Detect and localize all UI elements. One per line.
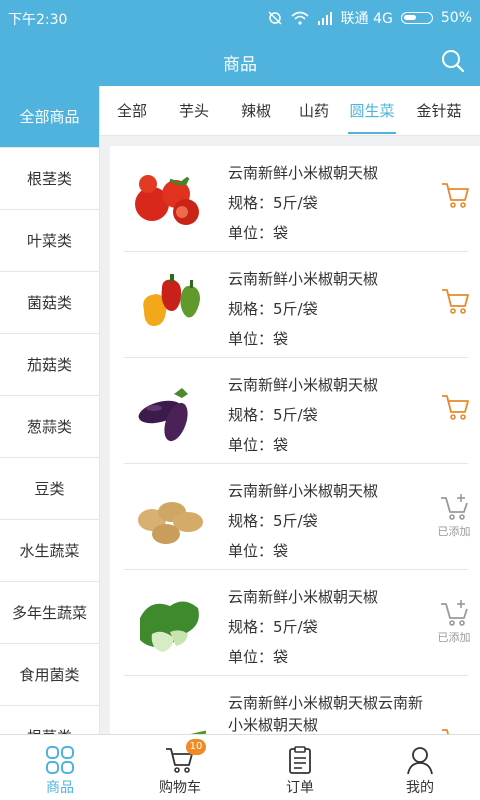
nav-mine-label: 我的 (406, 780, 434, 796)
tab-iceberg-lettuce[interactable]: 圆生菜 (348, 86, 396, 136)
title-bar: 商品 (0, 36, 480, 86)
sidebar-item-beans[interactable]: 豆类 (0, 458, 99, 520)
sidebar-item-mushroom[interactable]: 菌菇类 (0, 272, 99, 334)
cart-added-icon (441, 494, 468, 520)
product-name: 云南新鲜小米椒朝天椒 (228, 270, 379, 288)
sidebar-item-root[interactable]: 根茎类 (0, 148, 99, 210)
product-unit: 单位：袋 (228, 648, 289, 666)
battery-icon (400, 12, 433, 24)
sidebar-item-solanaceous[interactable]: 茄菇类 (0, 334, 99, 396)
tab-chili[interactable]: 辣椒 (238, 86, 274, 136)
cart-badge: 10 (186, 739, 206, 755)
tab-enoki[interactable]: 金针菇 (414, 86, 464, 136)
status-time: 下午2:30 (8, 12, 68, 28)
sidebar-item-label: 食用菌类 (19, 666, 80, 684)
nav-orders[interactable]: 订单 (240, 735, 360, 800)
wifi-icon (291, 11, 309, 25)
cart-added-icon (441, 600, 468, 626)
product-card[interactable]: 云南新鲜小米椒朝天椒 规格：5斤/袋 单位：袋 已添加 (110, 570, 480, 676)
add-to-cart-icon[interactable] (440, 392, 470, 422)
product-card[interactable]: 云南新鲜小米椒朝天椒 规格：5斤/袋 单位：袋 已添加 (110, 464, 480, 570)
category-sidebar: 全部商品 根茎类 叶菜类 菌菇类 茄菇类 葱蒜类 豆类 水生蔬菜 多年生蔬菜 食… (0, 86, 100, 734)
user-icon (407, 747, 433, 775)
nav-cart[interactable]: 10 购物车 (120, 735, 240, 800)
clipboard-icon (289, 746, 311, 774)
product-name: 云南新鲜小米椒朝天椒云南新小米椒朝天椒 (228, 694, 424, 734)
sidebar-item-label: 葱蒜类 (26, 418, 72, 436)
eggplant-image (138, 388, 188, 442)
added-label: 已添加 (437, 525, 471, 538)
potato-image (138, 502, 203, 544)
scallion-image (190, 730, 207, 734)
product-unit: 单位：袋 (228, 436, 289, 454)
product-card[interactable]: 云南新鲜小米椒朝天椒 规格：5斤/袋 单位：袋 (110, 252, 480, 358)
carrier-label: 联通 4G (340, 11, 393, 27)
nav-mine[interactable]: 我的 (360, 735, 480, 800)
page-title: 商品 (223, 55, 257, 75)
product-spec: 规格：5斤/袋 (228, 194, 318, 212)
sidebar-item-label: 根茎类 (27, 726, 72, 734)
nav-cart-label: 购物车 (159, 780, 201, 796)
added-indicator[interactable]: 已添加 (432, 492, 476, 542)
signal-icon (317, 12, 332, 25)
product-spec: 规格：5斤/袋 (228, 512, 318, 530)
sidebar-item-label: 多年生蔬菜 (11, 604, 87, 622)
nav-goods[interactable]: 商品 (0, 735, 120, 800)
nav-goods-label: 商品 (46, 780, 74, 796)
add-to-cart-icon[interactable] (440, 726, 470, 734)
product-spec: 规格：5斤/袋 (228, 618, 318, 636)
product-name: 云南新鲜小米椒朝天椒 (228, 588, 379, 606)
product-card[interactable]: 云南新鲜小米椒朝天椒云南新小米椒朝天椒 (110, 676, 480, 734)
bottom-nav: 商品 10 购物车 订单 我的 (0, 734, 480, 800)
tab-yam[interactable]: 山药 (296, 86, 332, 136)
sidebar-item-root-2[interactable]: 根茎类 (0, 706, 99, 734)
sidebar-item-all[interactable]: 全部商品 (0, 86, 99, 148)
sidebar-item-label: 水生蔬菜 (19, 542, 80, 560)
product-spec: 规格：5斤/袋 (228, 300, 318, 318)
nav-orders-label: 订单 (286, 780, 314, 796)
sidebar-item-label: 茄菇类 (26, 356, 72, 374)
sidebar-item-label: 根茎类 (26, 170, 72, 188)
subcategory-tabs: 全部 芋头 辣椒 山药 圆生菜 金针菇 (100, 86, 480, 136)
bok-choy-image (140, 601, 199, 652)
sidebar-item-label: 菌菇类 (26, 294, 72, 312)
mute-alarm-icon (268, 11, 282, 25)
sidebar-item-label: 豆类 (34, 480, 65, 498)
product-list: 云南新鲜小米椒朝天椒 规格：5斤/袋 单位：袋 云南新鲜小米椒朝天椒 规格：5斤… (100, 136, 480, 734)
add-to-cart-icon[interactable] (440, 180, 470, 210)
product-name: 云南新鲜小米椒朝天椒 (228, 376, 379, 394)
product-name: 云南新鲜小米椒朝天椒 (228, 482, 379, 500)
product-card[interactable]: 云南新鲜小米椒朝天椒 规格：5斤/袋 单位：袋 (110, 146, 480, 252)
battery-percent: 50% (440, 10, 472, 26)
sidebar-item-label: 全部商品 (19, 108, 80, 126)
sidebar-item-onion-garlic[interactable]: 葱蒜类 (0, 396, 99, 458)
added-indicator[interactable]: 已添加 (432, 598, 476, 648)
tab-all[interactable]: 全部 (110, 86, 154, 136)
product-unit: 单位：袋 (228, 224, 289, 242)
product-card[interactable]: 云南新鲜小米椒朝天椒 规格：5斤/袋 单位：袋 (110, 358, 480, 464)
product-spec: 规格：5斤/袋 (228, 406, 318, 424)
bell-pepper-image (143, 274, 200, 326)
add-to-cart-icon[interactable] (440, 286, 470, 316)
search-icon[interactable] (440, 48, 466, 74)
tab-taro[interactable]: 芋头 (176, 86, 212, 136)
tomato-image (135, 175, 199, 225)
added-label: 已添加 (437, 631, 471, 644)
sidebar-item-leafy[interactable]: 叶菜类 (0, 210, 99, 272)
sidebar-item-label: 叶菜类 (26, 232, 72, 250)
status-bar: 下午2:30 联通 4G 50% (0, 0, 480, 36)
status-right: 联通 4G 50% (267, 8, 472, 28)
sidebar-item-perennial[interactable]: 多年生蔬菜 (0, 582, 99, 644)
grid-icon (46, 746, 74, 774)
product-unit: 单位：袋 (228, 330, 289, 348)
product-unit: 单位：袋 (228, 542, 289, 560)
product-name: 云南新鲜小米椒朝天椒 (228, 164, 379, 182)
sidebar-item-aquatic[interactable]: 水生蔬菜 (0, 520, 99, 582)
sidebar-item-edible-fungi[interactable]: 食用菌类 (0, 644, 99, 706)
